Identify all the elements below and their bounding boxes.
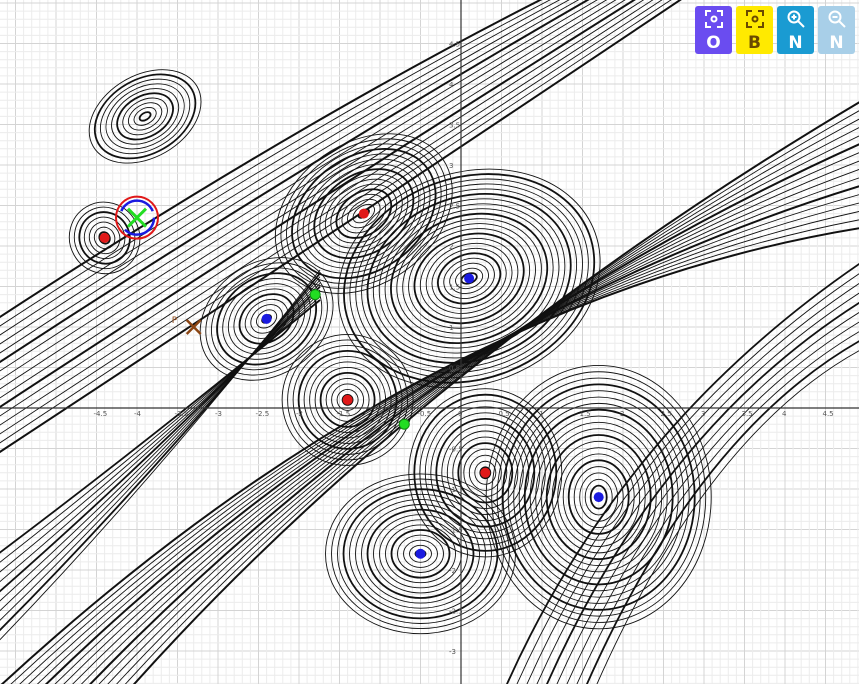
streamline	[0, 0, 672, 444]
p-label: P	[172, 316, 178, 326]
toolbar: O B N N	[695, 6, 855, 54]
x-tick-label: -3.5	[175, 410, 189, 418]
x-tick-label: 0.5	[499, 410, 510, 418]
zoom-out-letter: N	[829, 33, 844, 53]
x-tick-label: 2	[620, 410, 624, 418]
y-tick-label: 3	[449, 162, 453, 170]
zoom-in-letter: N	[788, 33, 803, 53]
red-critical-point[interactable]	[358, 208, 369, 219]
y-tick-label: -2.5	[449, 608, 463, 616]
y-tick-label: 4	[449, 81, 454, 89]
center-origin-letter: O	[706, 33, 721, 53]
x-tick-label: -4	[134, 410, 142, 418]
phase-portrait-canvas[interactable]: -4.5 -4 -3.5 -3 -2.5 -2 -1.5 -1 -0.5 0 0.5 1 1.5 2 2.5…	[0, 0, 859, 684]
streamline	[516, 273, 859, 684]
phase-portrait-plot[interactable]: -4.5 -4 -3.5 -3 -2.5 -2 -1.5 -1 -0.5 0 0.5 1 1.5 2 2.5…	[0, 0, 859, 684]
x-tick-label: -1.5	[337, 410, 351, 418]
red-critical-point[interactable]	[480, 467, 491, 478]
blue-critical-point[interactable]	[593, 492, 604, 503]
y-tick-label: -1.5	[449, 527, 463, 535]
streamline	[526, 283, 859, 684]
y-tick-label: 4.5	[449, 41, 460, 49]
center-origin-button[interactable]: O	[695, 6, 732, 54]
frame-center-icon	[704, 10, 723, 28]
y-tick-label: -3	[449, 648, 456, 656]
y-tick-label: 3.5	[449, 122, 460, 130]
y-tick-label: 2.5	[449, 203, 460, 211]
green-critical-point[interactable]	[398, 418, 410, 430]
x-tick-label: 4	[782, 410, 787, 418]
x-tick-label: 4.5	[823, 410, 834, 418]
x-tick-label: -4.5	[94, 410, 108, 418]
blue-critical-point[interactable]	[415, 548, 426, 559]
zoom-out-button[interactable]: N	[818, 6, 855, 54]
zoom-in-button[interactable]: N	[777, 6, 814, 54]
blue-critical-point[interactable]	[261, 313, 272, 324]
x-tick-label: -1	[377, 410, 384, 418]
streamline	[0, 0, 654, 426]
zoom-out-icon	[828, 10, 846, 28]
red-critical-point[interactable]	[99, 232, 110, 243]
zoom-in-icon	[787, 10, 805, 28]
y-tick-label: -1	[449, 486, 456, 494]
x-tick-label: -2	[296, 410, 303, 418]
x-tick-label: 2.5	[661, 410, 672, 418]
y-tick-label: 0.5	[449, 365, 460, 373]
x-tick-label: 3.5	[742, 410, 753, 418]
blue-critical-point[interactable]	[464, 273, 475, 284]
frame-center-icon	[745, 10, 764, 28]
streamline	[36, 194, 859, 684]
x-tick-label: -2.5	[256, 410, 270, 418]
y-tick-label: -2	[449, 567, 456, 575]
center-selection-letter: B	[748, 33, 761, 53]
x-tick-label: 1.5	[580, 410, 591, 418]
x-tick-label: -0.5	[418, 410, 432, 418]
y-tick-label: -0.5	[449, 446, 463, 454]
x-tick-label: -3	[215, 410, 222, 418]
center-selection-button[interactable]: B	[736, 6, 773, 54]
y-tick-label: 2	[449, 243, 453, 251]
red-critical-point[interactable]	[342, 394, 353, 405]
y-tick-label: 1.5	[449, 284, 460, 292]
x-tick-label: 0	[458, 410, 462, 418]
x-tick-label: 3	[701, 410, 705, 418]
green-critical-point[interactable]	[309, 289, 321, 301]
x-tick-label: 1	[539, 410, 543, 418]
y-tick-label: 1	[449, 324, 453, 332]
streamline	[0, 0, 645, 417]
